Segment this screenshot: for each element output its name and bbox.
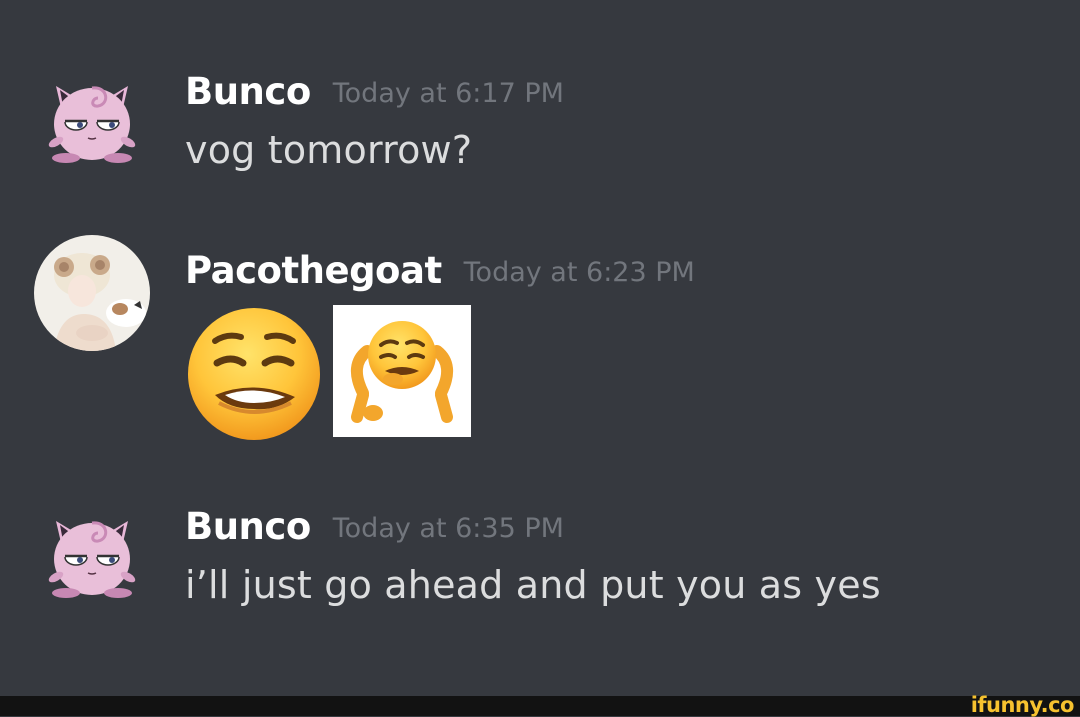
message-text: i’ll just go ahead and put you as yes — [185, 563, 881, 607]
lip-biting-emoji-icon[interactable] — [185, 305, 323, 443]
anime-character-avatar-icon[interactable] — [34, 235, 150, 351]
timestamp: Today at 6:35 PM — [332, 513, 564, 544]
message-header: Bunco Today at 6:17 PM — [185, 70, 564, 113]
username[interactable]: Bunco — [185, 70, 311, 113]
timestamp: Today at 6:17 PM — [332, 78, 564, 109]
timestamp: Today at 6:23 PM — [463, 257, 695, 288]
lip-biting-sticker-icon[interactable] — [333, 305, 471, 437]
message-header: Bunco Today at 6:35 PM — [185, 505, 564, 548]
watermark-logo: ifunny.co — [970, 693, 1075, 717]
chat-panel: Bunco Today at 6:17 PM vog tomorrow? Pac… — [0, 0, 1080, 696]
username[interactable]: Pacothegoat — [185, 249, 442, 292]
watermark-bar: ifunny.co — [0, 693, 1080, 717]
username[interactable]: Bunco — [185, 505, 311, 548]
jigglypuff-avatar-icon[interactable] — [34, 503, 150, 619]
message-header: Pacothegoat Today at 6:23 PM — [185, 249, 695, 292]
jigglypuff-avatar-icon[interactable] — [34, 68, 150, 184]
message-text: vog tomorrow? — [185, 128, 473, 172]
